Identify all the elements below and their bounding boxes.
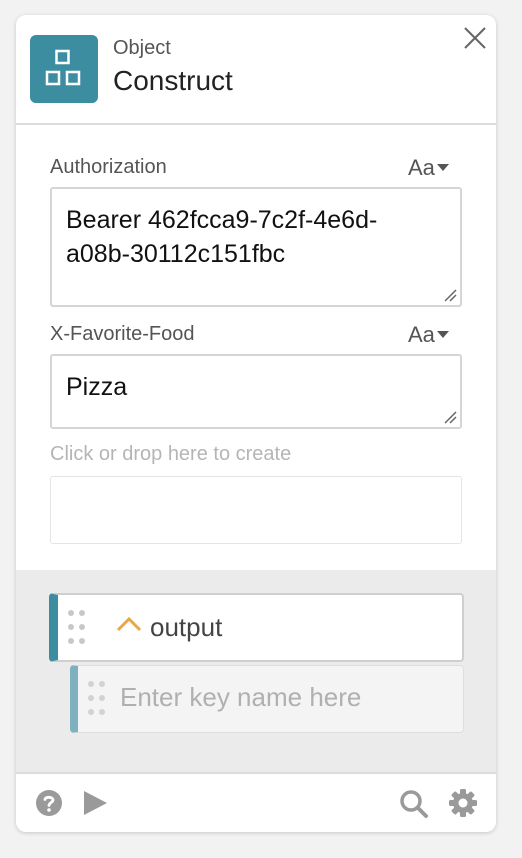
drag-handle-icon[interactable]: [66, 608, 88, 648]
type-toggle-x-favorite-food[interactable]: Aa: [408, 322, 449, 348]
output-region: output: [16, 570, 496, 774]
chevron-up-icon[interactable]: [116, 615, 142, 633]
drag-handle-icon[interactable]: [86, 679, 108, 719]
type-toggle-label: Aa: [408, 155, 435, 180]
authorization-value-line: a08b-30112c151fbc: [66, 239, 286, 268]
caret-down-icon: [436, 331, 449, 339]
field-label-authorization: Authorization: [50, 156, 167, 178]
object-construct-panel: Object Construct Authorization Aa Bearer…: [16, 15, 496, 832]
type-toggle-label: Aa: [408, 322, 435, 347]
panel-subtitle: Object: [113, 37, 171, 59]
panel-header: Object Construct: [16, 15, 496, 125]
key-name-input[interactable]: [120, 682, 450, 713]
create-drop-zone[interactable]: [50, 476, 462, 544]
authorization-value-line: Bearer 462fcca9-7c2f-4e6d-: [66, 206, 378, 234]
authorization-value-field[interactable]: Bearer 462fcca9-7c2f-4e6d- a08b-30112c15…: [50, 187, 462, 307]
help-icon[interactable]: [35, 789, 63, 817]
close-icon: [464, 27, 486, 49]
close-button[interactable]: [462, 25, 488, 51]
output-label: output: [150, 612, 223, 642]
gear-icon[interactable]: [448, 788, 478, 818]
type-toggle-authorization[interactable]: Aa: [408, 155, 449, 181]
header-divider: [16, 123, 496, 125]
create-hint: Click or drop here to create: [50, 443, 292, 465]
resize-grip-icon[interactable]: [443, 288, 457, 302]
key-row: [70, 665, 464, 733]
search-icon[interactable]: [399, 789, 429, 819]
output-row[interactable]: output: [49, 593, 464, 662]
caret-down-icon: [436, 164, 449, 172]
resize-grip-icon[interactable]: [443, 410, 457, 424]
panel-title: Construct: [113, 65, 233, 96]
footer-divider: [16, 772, 496, 774]
field-label-x-favorite-food: X-Favorite-Food: [50, 323, 195, 345]
play-icon[interactable]: [81, 789, 109, 817]
x-favorite-food-value-field[interactable]: Pizza: [50, 354, 462, 429]
object-construct-icon: [30, 35, 98, 103]
x-favorite-food-value: Pizza: [66, 373, 128, 401]
